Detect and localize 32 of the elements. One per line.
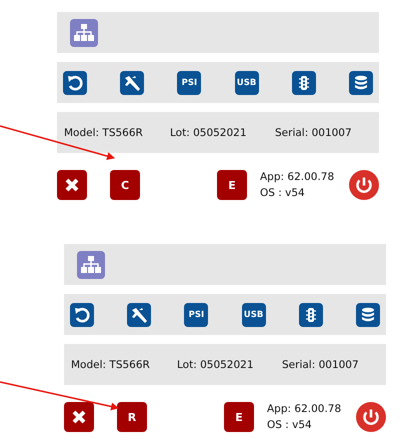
app-version: App: 62.00.78	[267, 403, 342, 415]
letter-button[interactable]: C	[110, 170, 140, 200]
toolbar-button[interactable]: USB	[242, 302, 266, 326]
info-text: Lot: 05052021	[177, 358, 255, 370]
letter-button[interactable]: E	[217, 170, 247, 200]
reset-button[interactable]	[70, 302, 94, 326]
letter-button[interactable]: R	[117, 402, 147, 432]
toolbar-button[interactable]: PSI	[184, 302, 208, 326]
caliper-button[interactable]	[127, 302, 152, 326]
info-text: Model: TS566R	[64, 126, 144, 138]
power-button[interactable]	[349, 170, 379, 200]
info-text: Serial: 001007	[282, 358, 359, 370]
toolbar-button[interactable]: USB	[234, 70, 259, 94]
traffic-light-button[interactable]	[292, 70, 316, 94]
info-text: Serial: 001007	[275, 126, 352, 138]
database-button[interactable]	[356, 302, 380, 326]
network-button[interactable]	[77, 250, 105, 278]
toolbar-button[interactable]: PSI	[177, 70, 202, 94]
database-button[interactable]	[348, 70, 373, 94]
caliper-button[interactable]	[120, 70, 144, 94]
info-text: Model: TS566R	[71, 358, 151, 370]
info-text: Lot: 05052021	[170, 126, 248, 138]
traffic-light-button[interactable]	[298, 302, 323, 326]
reset-button[interactable]	[63, 70, 87, 94]
close-button[interactable]	[57, 170, 87, 200]
power-button[interactable]	[356, 402, 386, 432]
os-version: OS : v54	[267, 419, 313, 431]
os-version: OS : v54	[260, 187, 306, 199]
network-button[interactable]	[70, 18, 98, 46]
letter-button[interactable]: E	[224, 402, 254, 432]
close-button[interactable]	[64, 402, 94, 432]
app-version: App: 62.00.78	[260, 171, 336, 183]
